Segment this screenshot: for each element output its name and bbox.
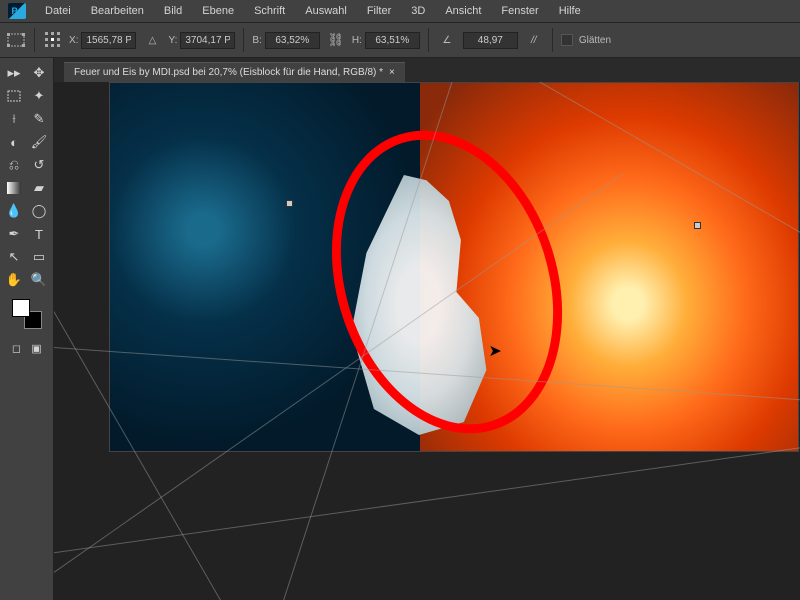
menu-datei[interactable]: Datei — [36, 2, 80, 20]
crop-tool-icon[interactable]: ⟊ — [2, 108, 26, 130]
shape-tool-icon[interactable]: ▭ — [27, 246, 51, 268]
pen-tool-icon[interactable]: ✒ — [2, 223, 26, 245]
quick-mask-icon[interactable]: ◻ — [8, 339, 26, 357]
menu-hilfe[interactable]: Hilfe — [550, 2, 590, 20]
transform-tool-icon[interactable] — [6, 30, 26, 50]
angle-input[interactable] — [463, 32, 518, 49]
path-selection-tool-icon[interactable]: ↖ — [2, 246, 26, 268]
expand-icon[interactable]: ▸▸ — [2, 62, 26, 84]
document-tab-title: Feuer und Eis by MDI.psd bei 20,7% (Eisb… — [74, 67, 383, 78]
tool-palette: ▸▸ ✥ ✦ ⟊ ✎ ◐ 🖌 ⎌ ↺ ▰ 💧 ◯ ✒ T ↖ ▭ ✋ 🔍 — [0, 58, 54, 600]
history-brush-tool-icon[interactable]: ↺ — [27, 154, 51, 176]
screen-mode-icon[interactable]: ▣ — [28, 339, 46, 357]
skew-icon[interactable]: // — [524, 30, 544, 50]
document-tab[interactable]: Feuer und Eis by MDI.psd bei 20,7% (Eisb… — [64, 62, 405, 82]
close-tab-icon[interactable]: × — [389, 67, 395, 78]
eraser-tool-icon[interactable]: ▰ — [27, 177, 51, 199]
delta-icon[interactable]: △ — [142, 30, 162, 50]
height-input[interactable] — [365, 32, 420, 49]
cursor-icon: ➤ — [488, 341, 501, 361]
gradient-tool-icon[interactable] — [2, 177, 26, 199]
reference-point-icon[interactable] — [43, 30, 63, 50]
canvas-viewport[interactable]: ➤ — [54, 82, 800, 600]
transform-handle[interactable] — [694, 222, 701, 229]
menu-3d[interactable]: 3D — [402, 2, 434, 20]
antialias-checkbox[interactable] — [561, 34, 573, 46]
canvas-document: ➤ — [109, 82, 799, 452]
y-label: Y: — [168, 35, 177, 46]
dodge-tool-icon[interactable]: ◯ — [27, 200, 51, 222]
antialias-label: Glätten — [579, 35, 611, 46]
menu-ansicht[interactable]: Ansicht — [436, 2, 490, 20]
x-input[interactable] — [81, 32, 136, 49]
menu-bearbeiten[interactable]: Bearbeiten — [82, 2, 153, 20]
link-aspect-icon[interactable]: ⛓ — [326, 30, 346, 50]
hand-tool-icon[interactable]: ✋ — [2, 269, 26, 291]
menu-bar: Ps Datei Bearbeiten Bild Ebene Schrift A… — [0, 0, 800, 22]
height-label: H: — [352, 35, 362, 46]
brush-tool-icon[interactable]: 🖌 — [27, 131, 51, 153]
color-swatches[interactable] — [12, 299, 42, 329]
foreground-color-swatch[interactable] — [12, 299, 30, 317]
y-input[interactable] — [180, 32, 235, 49]
magic-wand-tool-icon[interactable]: ✦ — [27, 85, 51, 107]
type-tool-icon[interactable]: T — [27, 223, 51, 245]
move-tool-icon[interactable]: ✥ — [27, 62, 51, 84]
menu-schrift[interactable]: Schrift — [245, 2, 294, 20]
healing-brush-tool-icon[interactable]: ◐ — [2, 131, 26, 153]
width-input[interactable] — [265, 32, 320, 49]
menu-fenster[interactable]: Fenster — [492, 2, 547, 20]
menu-ebene[interactable]: Ebene — [193, 2, 243, 20]
document-tab-strip: Feuer und Eis by MDI.psd bei 20,7% (Eisb… — [54, 58, 800, 82]
width-label: B: — [252, 35, 261, 46]
zoom-tool-icon[interactable]: 🔍 — [27, 269, 51, 291]
eyedropper-tool-icon[interactable]: ✎ — [27, 108, 51, 130]
stamp-tool-icon[interactable]: ⎌ — [2, 154, 26, 176]
menu-bild[interactable]: Bild — [155, 2, 191, 20]
transform-handle[interactable] — [286, 200, 293, 207]
marquee-tool-icon[interactable] — [2, 85, 26, 107]
photoshop-logo: Ps — [8, 3, 26, 19]
angle-icon: ∠ — [437, 30, 457, 50]
menu-auswahl[interactable]: Auswahl — [296, 2, 356, 20]
menu-filter[interactable]: Filter — [358, 2, 400, 20]
blur-tool-icon[interactable]: 💧 — [2, 200, 26, 222]
x-label: X: — [69, 35, 78, 46]
options-bar: X: △ Y: B: ⛓ H: ∠ // Glätten — [0, 22, 800, 58]
